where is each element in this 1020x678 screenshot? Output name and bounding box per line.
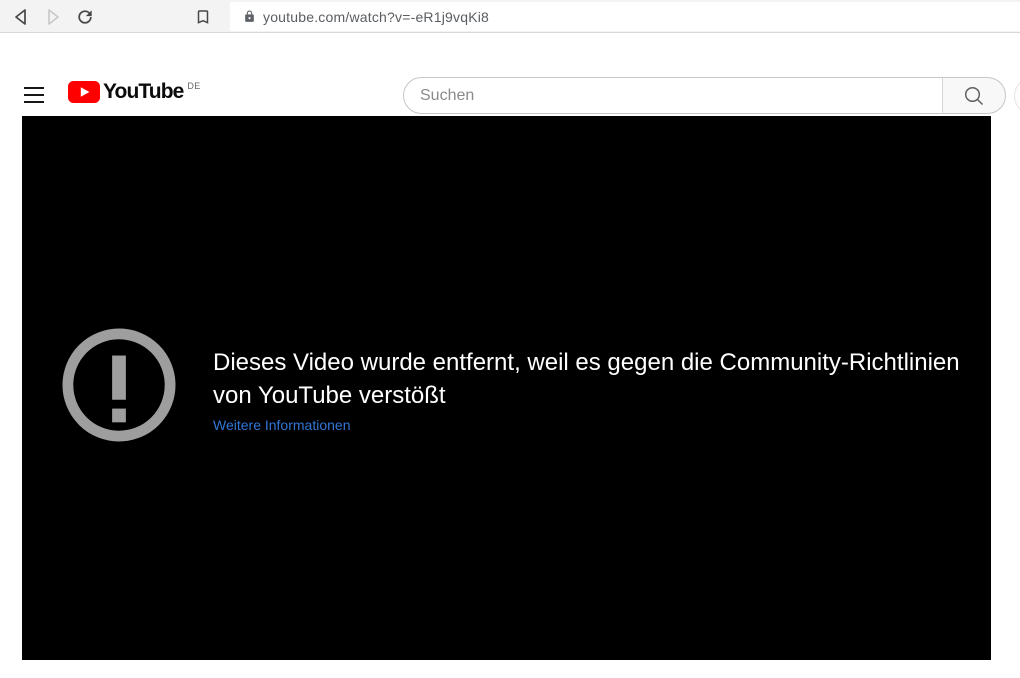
youtube-header: YouTube DE: [0, 33, 1020, 92]
voice-search-button[interactable]: [1014, 77, 1020, 115]
browser-toolbar: youtube.com/watch?v=-eR1j9vqKi8: [0, 0, 1020, 33]
more-info-link[interactable]: Weitere Informationen: [213, 417, 350, 433]
youtube-logo-text: YouTube: [103, 80, 183, 104]
country-code: DE: [187, 81, 200, 91]
page: youtube.com/watch?v=-eR1j9vqKi8 YouTube …: [0, 0, 1020, 678]
error-message-block: Dieses Video wurde entfernt, weil es geg…: [213, 346, 973, 435]
hamburger-menu-icon: [24, 87, 44, 89]
url-text: youtube.com/watch?v=-eR1j9vqKi8: [263, 9, 489, 25]
search-input[interactable]: [403, 77, 943, 114]
forward-arrow-icon: [42, 6, 64, 28]
menu-button[interactable]: [22, 83, 46, 107]
youtube-logo[interactable]: YouTube DE: [68, 80, 201, 104]
browser-forward-button[interactable]: [40, 4, 66, 30]
back-arrow-icon: [10, 6, 32, 28]
exclamation-circle-icon: [62, 328, 176, 442]
search-icon: [961, 83, 987, 109]
search-button[interactable]: [942, 77, 1006, 114]
lock-icon[interactable]: [243, 10, 256, 23]
browser-bookmark-button[interactable]: [190, 4, 216, 30]
url-bar[interactable]: youtube.com/watch?v=-eR1j9vqKi8: [230, 2, 1020, 31]
browser-back-button[interactable]: [8, 4, 34, 30]
browser-reload-button[interactable]: [72, 4, 98, 30]
error-message: Dieses Video wurde entfernt, weil es geg…: [213, 346, 973, 412]
video-player: Dieses Video wurde entfernt, weil es geg…: [22, 116, 991, 660]
youtube-play-icon: [68, 81, 100, 103]
bookmark-icon: [194, 8, 212, 26]
reload-icon: [75, 7, 95, 27]
